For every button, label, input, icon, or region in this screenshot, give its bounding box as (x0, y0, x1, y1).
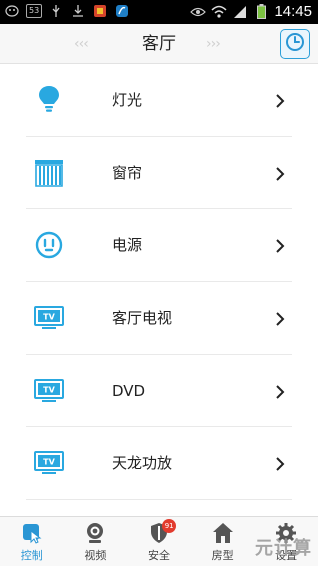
usb-icon (48, 3, 64, 19)
chevron-right-icon (274, 93, 286, 108)
device-list: 灯光 窗帘 电源 TV 客厅电视 TV DVD TV 天龙功放 (0, 64, 318, 501)
status-right-icons: 14:45 (190, 3, 312, 20)
svg-text:TV: TV (43, 458, 55, 467)
tab-label: 安全 (147, 549, 170, 562)
device-label: 窗帘 (112, 163, 143, 182)
camera-icon (84, 522, 106, 544)
tab-floor-plan[interactable]: 房型 (191, 517, 255, 566)
tv-icon: TV (34, 448, 64, 478)
bottom-tab-bar: 控制 视频 91 安全 房型 设置 元计算 (0, 516, 318, 566)
chevron-right-icon (274, 238, 286, 253)
app-notification-icon (4, 3, 20, 19)
browser-icon (114, 3, 130, 19)
download-icon (70, 3, 86, 19)
curtain-icon (34, 158, 64, 188)
svg-text:TV: TV (43, 312, 55, 321)
device-label: 灯光 (112, 91, 143, 109)
device-row-amplifier[interactable]: TV 天龙功放 (26, 427, 292, 501)
device-row-dvd[interactable]: TV DVD (26, 355, 292, 428)
power-icon (34, 230, 64, 260)
house-icon (212, 522, 234, 544)
wifi-icon (211, 4, 227, 20)
device-row-power[interactable]: 电源 (26, 209, 292, 283)
tab-security[interactable]: 91 安全 (127, 517, 191, 566)
room-header: ‹‹‹ 客厅 ››› (0, 24, 318, 64)
chevron-right-icon (274, 384, 286, 399)
svg-text:TV: TV (43, 385, 55, 394)
status-left-icons: 53 (4, 3, 130, 19)
next-room-arrows[interactable]: ››› (206, 24, 221, 64)
tab-label: 控制 (20, 549, 43, 562)
device-label: DVD (112, 381, 146, 400)
device-row-curtain[interactable]: 窗帘 (26, 137, 292, 210)
device-row-living-tv[interactable]: TV 客厅电视 (26, 282, 292, 355)
page-title: 客厅 (142, 34, 176, 54)
control-icon (21, 522, 43, 544)
tab-label: 视频 (84, 549, 107, 562)
status-bar: 53 14:45 (0, 0, 318, 24)
chevron-right-icon (274, 311, 286, 326)
device-label: 客厅电视 (112, 309, 173, 328)
site-watermark: 元计算 (255, 538, 312, 559)
tv-icon: TV (34, 376, 64, 406)
eye-icon (190, 4, 207, 20)
schedule-button[interactable] (280, 29, 310, 59)
device-label: 电源 (112, 236, 143, 255)
device-label: 天龙功放 (112, 454, 173, 473)
device-row-light[interactable]: 灯光 (26, 64, 292, 137)
tab-control[interactable]: 控制 (0, 517, 64, 566)
tab-label: 房型 (211, 549, 234, 562)
tab-video[interactable]: 视频 (64, 517, 128, 566)
notification-count-badge: 53 (26, 4, 43, 18)
tv-icon: TV (34, 303, 64, 333)
chevron-right-icon (274, 166, 286, 181)
app-store-icon (92, 3, 108, 19)
bulb-icon (34, 85, 64, 115)
security-alert-badge: 91 (162, 519, 177, 533)
status-time: 14:45 (274, 3, 312, 20)
battery-icon (253, 4, 269, 20)
clock-icon (285, 32, 305, 56)
chevron-right-icon (274, 456, 286, 471)
signal-icon (232, 4, 248, 20)
